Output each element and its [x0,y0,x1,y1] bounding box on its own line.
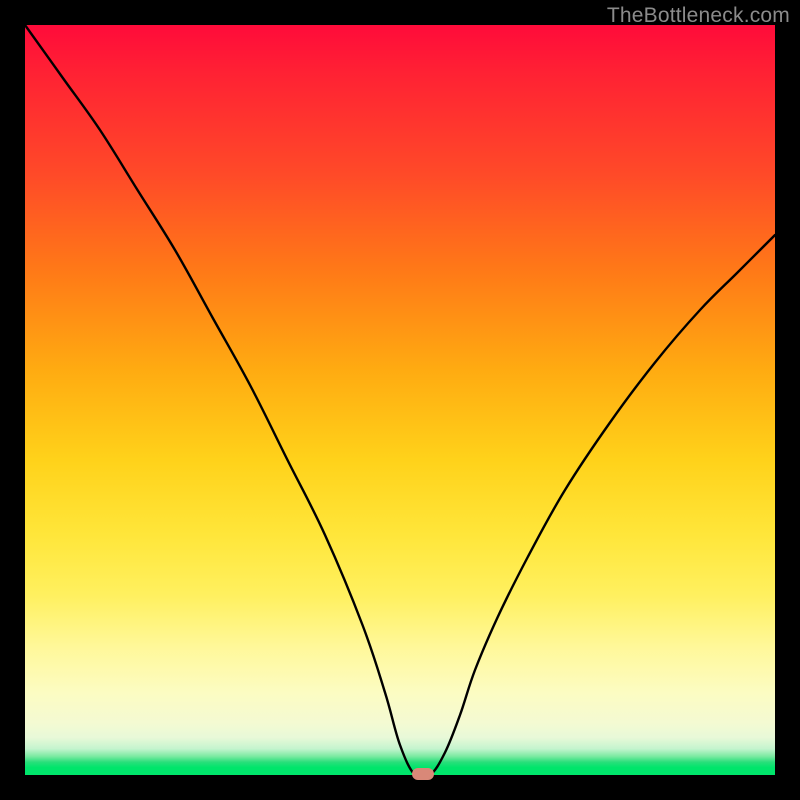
plot-area [25,25,775,775]
bottleneck-curve-svg [25,25,775,775]
minimum-marker [412,768,434,780]
chart-stage: TheBottleneck.com [0,0,800,800]
bottleneck-curve [25,25,775,775]
watermark-text: TheBottleneck.com [607,4,790,28]
